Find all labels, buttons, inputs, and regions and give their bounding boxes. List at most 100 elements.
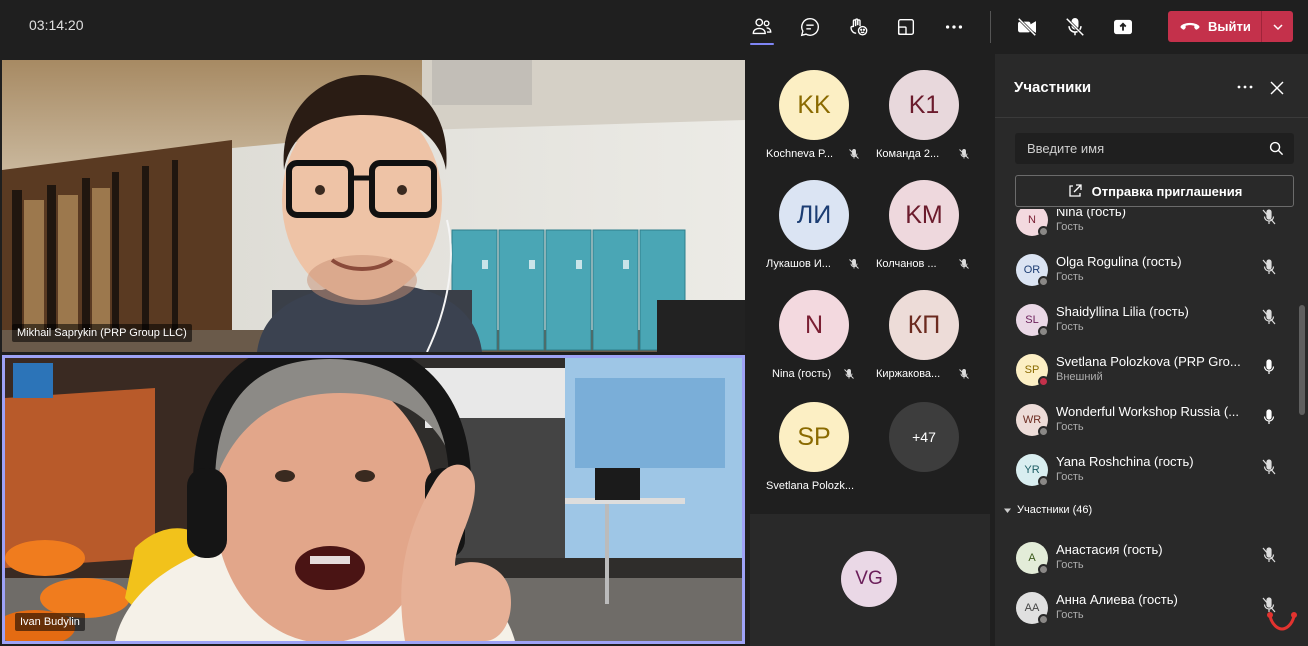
gallery-tile-name: Колчанов ... (876, 258, 937, 270)
video-feed-office (2, 60, 745, 352)
gallery-tile[interactable]: K1 Команда 2... (860, 54, 970, 164)
video-tile-mikhail[interactable]: Mikhail Saprykin (PRP Group LLC) (2, 60, 745, 352)
participant-row[interactable]: YR Yana Roshchina (гость) Гость (995, 444, 1295, 494)
more-icon (945, 25, 963, 29)
participant-row[interactable]: AA Анна Алиева (гость) Гость (995, 582, 1295, 632)
avatar: K1 (889, 70, 959, 140)
meeting-toolbar: 03:14:20 Выйти (0, 0, 1308, 54)
participant-role: Внешний (1056, 371, 1103, 383)
more-participants-tile[interactable]: +47 (860, 386, 970, 496)
participant-name-label: Mikhail Saprykin (PRP Group LLC) (12, 324, 192, 342)
more-participants-count: +47 (889, 402, 959, 472)
gallery-tile[interactable]: KK Kochneva P... (750, 54, 860, 164)
view-button[interactable] (891, 12, 921, 42)
participant-row[interactable]: N Nina (гость) Гость (995, 209, 1295, 244)
chat-button[interactable] (795, 12, 825, 42)
mic-off-icon (1065, 17, 1085, 37)
panel-divider (995, 117, 1308, 118)
presence-status (1038, 426, 1049, 437)
participants-list: N Nina (гость) Гость OR Olga Rogulina (г… (995, 209, 1308, 646)
smile-logo-icon (1267, 612, 1297, 631)
leave-options-button[interactable] (1262, 21, 1293, 33)
participant-row[interactable]: OR Olga Rogulina (гость) Гость (995, 244, 1295, 294)
participant-gallery-extra: VG (750, 514, 990, 646)
presence-status (1038, 564, 1049, 575)
avatar: КП (889, 290, 959, 360)
gallery-tile-name: Лукашов И... (766, 258, 831, 270)
gallery-tile[interactable]: N Nina (гость) (750, 274, 860, 384)
camera-off-icon (1017, 17, 1037, 37)
participant-row[interactable]: SP Svetlana Polozkova (PRP Gro... Внешни… (995, 344, 1295, 394)
participant-name-label: Ivan Budylin (15, 613, 85, 631)
more-icon[interactable] (1235, 79, 1255, 95)
gallery-tile[interactable]: ЛИ Лукашов И... (750, 164, 860, 274)
avatar: SP (779, 402, 849, 472)
panel-title: Участники (1014, 79, 1092, 96)
video-feed-lounge (5, 358, 742, 641)
video-tile-ivan[interactable]: Ivan Budylin (2, 355, 745, 644)
participant-row[interactable]: A Анастасия (гость) Гость (995, 532, 1295, 582)
participant-role: Гость (1056, 421, 1084, 433)
participant-name: Olga Rogulina (гость) (1056, 254, 1182, 269)
participant-name: Shaidyllina Lilia (гость) (1056, 304, 1189, 319)
leave-button[interactable]: Выйти (1168, 11, 1261, 42)
view-icon (897, 18, 915, 36)
people-button[interactable] (747, 12, 777, 45)
gallery-tile[interactable]: SP Svetlana Polozk... (750, 386, 860, 496)
section-label: Участники (46) (1017, 504, 1093, 516)
participants-section-header[interactable]: Участники (46) (1003, 504, 1092, 516)
participant-row[interactable]: SL Shaidyllina Lilia (гость) Гость (995, 294, 1295, 344)
mic-muted-icon (849, 259, 859, 269)
participant-name: Wonderful Workshop Russia (... (1056, 404, 1240, 419)
leave-control: Выйти (1168, 11, 1293, 42)
more-actions-button[interactable] (939, 12, 969, 42)
camera-toggle-button[interactable] (1012, 12, 1042, 42)
meeting-timer: 03:14:20 (29, 17, 84, 33)
share-icon (1114, 19, 1132, 35)
avatar: N (779, 290, 849, 360)
search-icon[interactable] (1269, 141, 1284, 156)
chevron-down-icon (1004, 508, 1011, 513)
avatar: KK (779, 70, 849, 140)
participants-panel: Участники Отправка приглашения N Nina (г… (995, 54, 1308, 646)
gallery-tile[interactable]: КП Киржакова... (860, 274, 970, 384)
reactions-button[interactable] (843, 12, 873, 42)
mic-muted-icon (1262, 209, 1276, 225)
mic-muted-icon (1262, 309, 1276, 325)
participant-role: Гость (1056, 321, 1084, 333)
presence-status (1038, 226, 1049, 237)
participant-name: Nina (гость) (1056, 209, 1126, 219)
close-icon[interactable] (1268, 79, 1286, 97)
participant-row[interactable]: WR Wonderful Workshop Russia (... Гость (995, 394, 1295, 444)
people-icon (752, 18, 772, 35)
search-input[interactable] (1015, 133, 1255, 164)
panel-scrollbar[interactable] (1299, 305, 1305, 415)
participant-role: Гость (1056, 271, 1084, 283)
mic-muted-icon (959, 369, 969, 379)
share-button[interactable] (1108, 12, 1138, 42)
participant-role: Гость (1056, 559, 1084, 571)
send-invite-button[interactable]: Отправка приглашения (1015, 175, 1294, 207)
participant-role: Гость (1056, 609, 1084, 621)
presence-status (1038, 326, 1049, 337)
participant-role: Гость (1056, 221, 1084, 233)
participant-name: Yana Roshchina (гость) (1056, 454, 1194, 469)
mic-muted-icon (849, 149, 859, 159)
mic-muted-icon (1262, 547, 1276, 563)
mic-on-icon (1263, 359, 1275, 374)
participant-name: Svetlana Polozkova (PRP Gro... (1056, 354, 1241, 369)
share-link-icon (1068, 184, 1082, 197)
gallery-tile-name: Kochneva P... (766, 148, 834, 160)
gallery-tile-name: Киржакова... (876, 368, 941, 380)
mic-on-icon (1263, 409, 1275, 424)
avatar[interactable]: VG (841, 551, 897, 607)
gallery-tile-name: Svetlana Polozk... (766, 480, 855, 492)
participant-name: Анна Алиева (гость) (1056, 592, 1178, 607)
leave-label: Выйти (1208, 19, 1251, 34)
avatar: KM (889, 180, 959, 250)
presence-status (1038, 476, 1049, 487)
gallery-tile[interactable]: KM Колчанов ... (860, 164, 970, 274)
mic-toggle-button[interactable] (1060, 12, 1090, 42)
chevron-down-icon (1272, 23, 1283, 30)
reactions-icon (850, 18, 868, 36)
